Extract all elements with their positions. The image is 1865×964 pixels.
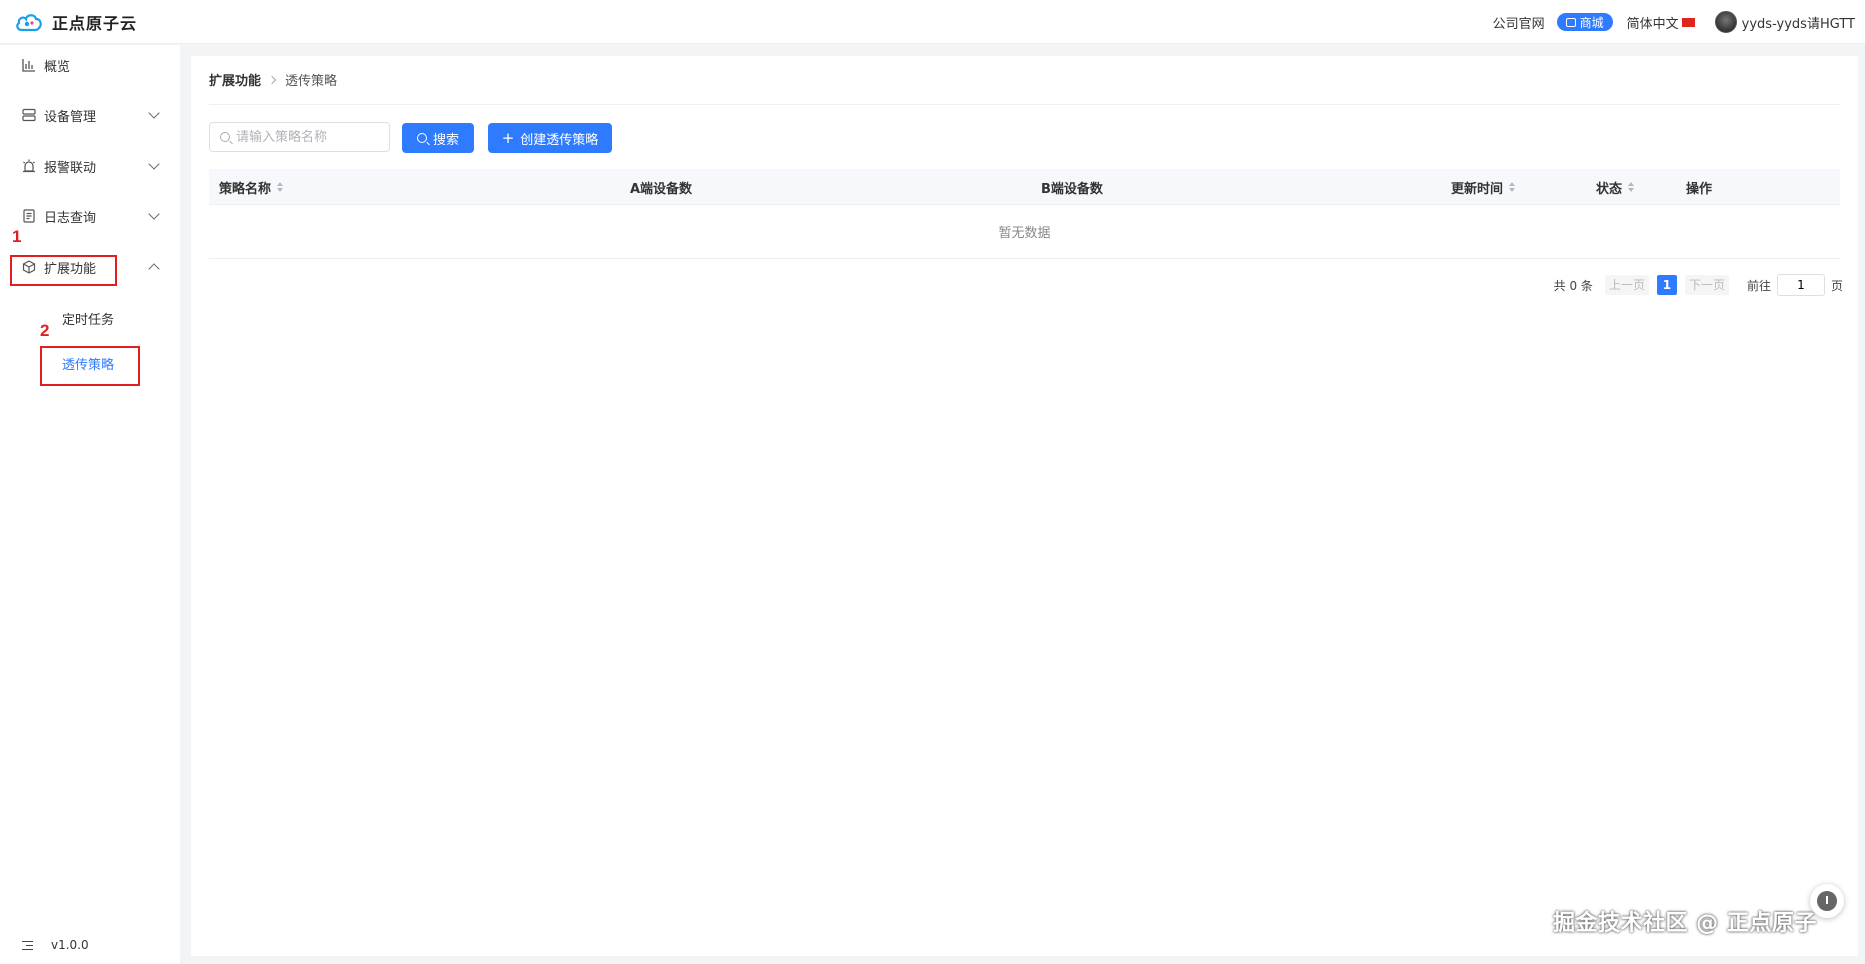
sidebar-item-label: 概览 [44,59,71,75]
server-icon [22,108,36,122]
sidebar: 概览 设备管理 报警联动 日志查询 扩展功能 定时任务 透传策略 v1.0.0 [0,45,180,964]
next-page-button[interactable]: 下一页 [1684,275,1729,295]
avatar [1714,11,1737,33]
collapse-menu-icon[interactable] [22,940,33,950]
chevron-up-icon [148,263,160,275]
info-icon [1817,891,1837,911]
sort-icon[interactable] [277,182,284,192]
divider [209,104,1840,105]
shop-label: 商城 [1579,15,1604,30]
help-float-button[interactable] [1810,884,1844,918]
column-header-a-devices: A端设备数 [630,169,692,205]
column-label: 策略名称 [219,181,272,197]
shop-bag-icon [1565,17,1576,27]
app-name: 正点原子云 [52,13,138,33]
username: yyds-yyds请HGTT [1741,16,1855,32]
column-label: A端设备数 [630,181,693,197]
annotation-box-2 [40,346,140,386]
annotation-number: 2 [40,321,50,340]
column-header-status[interactable]: 状态 [1596,169,1635,205]
sidebar-item-device-management[interactable]: 设备管理 [0,95,180,135]
main-content: 扩展功能 透传策略 搜索 + 创建透传策略 策略名称 A端设备数 B端设备数 更 [191,56,1858,956]
alarm-icon [23,159,35,173]
search-field[interactable] [209,122,390,152]
column-header-updated-time[interactable]: 更新时间 [1451,169,1516,205]
column-label: 状态 [1596,181,1623,197]
bar-chart-icon [22,59,35,72]
search-button-label: 搜索 [432,132,459,148]
shop-button[interactable]: 商城 [1556,13,1613,31]
sidebar-subitem-scheduled-tasks[interactable]: 定时任务 [0,300,180,336]
column-label: 更新时间 [1451,181,1504,197]
create-button-label: 创建透传策略 [520,132,599,148]
watermark: 掘金技术社区 @ 正点原子 [1553,911,1817,936]
policy-table: 策略名称 A端设备数 B端设备数 更新时间 状态 操作 暂无数据 [209,169,1840,259]
search-input[interactable] [236,129,386,145]
sidebar-subitem-label: 定时任务 [62,312,115,328]
breadcrumb-item[interactable]: 扩展功能 [209,70,261,89]
breadcrumb: 扩展功能 透传策略 [209,70,337,89]
language-label: 简体中文 [1626,16,1679,32]
sidebar-item-label: 设备管理 [44,109,97,125]
chevron-down-icon [148,208,160,220]
sidebar-item-label: 报警联动 [44,160,97,176]
china-flag-icon [1681,17,1695,27]
plus-icon: + [501,128,515,147]
goto-page-input[interactable] [1776,274,1825,296]
search-icon [416,133,427,143]
search-icon [220,132,230,142]
log-icon [23,209,35,223]
chevron-down-icon [148,107,160,119]
page-suffix: 页 [1830,278,1843,293]
app-logo[interactable]: 正点原子云 [14,10,137,34]
empty-text: 暂无数据 [998,226,1051,241]
chevron-right-icon [267,75,277,84]
table-empty-state: 暂无数据 [209,205,1840,259]
sort-icon[interactable] [1628,182,1635,192]
sidebar-item-log-query[interactable]: 日志查询 [0,196,180,236]
goto-label: 前往 [1746,278,1771,293]
pagination-total: 共 0 条 [1553,278,1593,293]
company-site-link[interactable]: 公司官网 [1493,13,1545,32]
annotation-number: 1 [12,227,22,246]
sort-icon[interactable] [1509,182,1516,192]
annotation-box-1 [10,255,117,286]
table-header: 策略名称 A端设备数 B端设备数 更新时间 状态 操作 [209,169,1840,205]
language-selector[interactable]: 简体中文 [1627,13,1695,32]
column-label: 操作 [1686,181,1713,197]
app-version: v1.0.0 [51,938,89,952]
sidebar-footer: v1.0.0 [22,938,89,952]
cloud-logo-icon [16,13,42,31]
sidebar-item-overview[interactable]: 概览 [0,45,180,85]
column-label: B端设备数 [1041,181,1103,197]
column-header-actions: 操作 [1686,169,1712,205]
breadcrumb-current: 透传策略 [285,74,338,89]
column-header-b-devices: B端设备数 [1041,169,1103,205]
chevron-down-icon [148,158,160,170]
search-button[interactable]: 搜索 [402,123,474,153]
sidebar-item-alarm-linkage[interactable]: 报警联动 [0,146,180,186]
sidebar-item-label: 日志查询 [44,210,97,226]
header-actions: 公司官网 商城 简体中文 yyds-yyds请HGTT [1481,0,1855,44]
pagination: 共 0 条 上一页 1 下一页 前往 页 [1554,274,1843,296]
column-header-name[interactable]: 策略名称 [219,169,284,205]
top-header: 正点原子云 公司官网 商城 简体中文 yyds-yyds请HGTT [0,0,1865,44]
create-policy-button[interactable]: + 创建透传策略 [488,123,612,153]
prev-page-button[interactable]: 上一页 [1604,275,1649,295]
page-number-current[interactable]: 1 [1656,275,1677,295]
user-menu[interactable]: yyds-yyds请HGTT [1714,11,1855,33]
